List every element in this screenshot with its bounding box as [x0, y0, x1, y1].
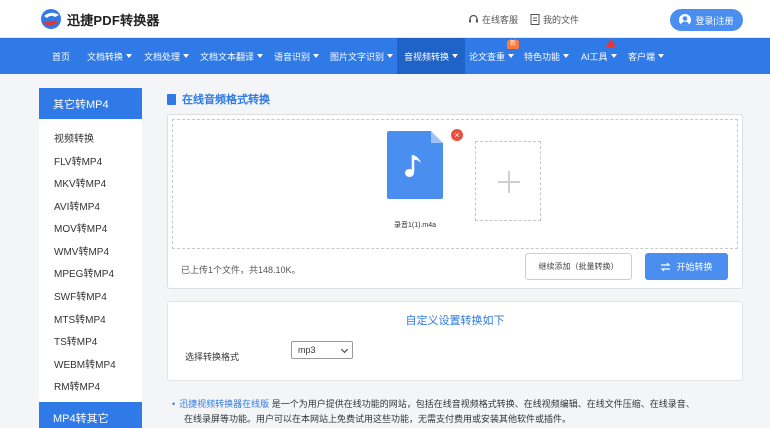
login-label: 登录|注册 — [695, 15, 734, 26]
sidebar-item[interactable]: MOV转MP4 — [54, 220, 107, 235]
nav-document-process[interactable]: 文档处理 — [138, 38, 195, 74]
format-label: 选择转换格式 — [185, 352, 240, 362]
file-name: 录音1(1).m4a — [393, 222, 436, 229]
nav-label: 文档处理 — [144, 51, 181, 62]
sidebar-section-from-mp4[interactable]: MP4转其它 — [39, 402, 142, 428]
online-support-link[interactable]: 在线客服 — [468, 13, 518, 26]
sidebar-item[interactable]: WMV转MP4 — [54, 243, 109, 258]
user-avatar-icon — [679, 14, 692, 26]
upload-status: 已上传1个文件，共148.10K。 — [181, 265, 301, 275]
convert-arrows-icon — [661, 262, 671, 271]
sidebar-item[interactable]: SWF转MP4 — [54, 288, 107, 303]
page-title: 在线音频格式转换 — [167, 91, 270, 107]
sidebar-item[interactable]: AVI转MP4 — [54, 198, 100, 213]
nav-client[interactable]: 客户端 — [622, 38, 670, 74]
nav-label: 客户端 — [628, 51, 656, 62]
document-icon — [167, 93, 176, 105]
sidebar-section-to-mp4[interactable]: 其它转MP4 — [39, 88, 142, 119]
headset-icon — [469, 14, 478, 23]
start-label: 开始转换 — [676, 262, 713, 272]
new-badge: 新 — [507, 40, 519, 49]
plus-icon-vertical — [508, 171, 510, 193]
nav-label: 论文查重 — [469, 51, 506, 62]
nav-label: 图片文字识别 — [330, 51, 385, 62]
file-fold — [431, 131, 443, 143]
description-text: 是一个为用户提供在线功能的网站，包括在线音视频格式转换、在线视频编辑、在线文件压… — [271, 399, 695, 409]
file-icon — [530, 14, 540, 25]
login-register-button[interactable]: 登录|注册 — [670, 9, 743, 31]
arrow-up-icon — [606, 39, 616, 47]
chevron-down-icon — [387, 54, 394, 58]
chevron-down-icon — [452, 54, 459, 58]
format-value: mp3 — [298, 345, 316, 355]
chevron-down-icon — [183, 54, 190, 58]
nav-label: 音视频转换 — [404, 51, 450, 62]
sidebar-item[interactable]: RM转MP4 — [54, 378, 100, 393]
nav-av-convert[interactable]: 音视频转换 — [397, 38, 466, 74]
nav-document-translate[interactable]: 文档文本翻译 — [194, 38, 269, 74]
description: • 迅捷视频转换器在线版 是一个为用户提供在线功能的网站，包括在线音视频格式转换、… — [172, 398, 752, 411]
sidebar: 其它转MP4 视频转换 FLV转MP4 MKV转MP4 AVI转MP4 MOV转… — [39, 88, 142, 428]
top-header: 迅捷PDF转换器 在线客服 我的文件 登录|注册 — [0, 0, 770, 38]
start-convert-button[interactable]: 开始转换 — [645, 253, 728, 280]
nav-label: 文档转换 — [87, 51, 124, 62]
support-label: 在线客服 — [482, 15, 519, 25]
chevron-down-icon — [563, 54, 570, 58]
description-text-2: 在线录屏等功能。用户可以在本网站上免费试用这些功能，无需支付费用或安装其他软件或… — [184, 414, 572, 424]
my-files-label: 我的文件 — [543, 15, 580, 25]
sidebar-item[interactable]: WEBM转MP4 — [54, 356, 116, 371]
settings-title: 自定义设置转换如下 — [405, 315, 505, 327]
format-select[interactable]: mp3 — [291, 341, 353, 359]
chevron-down-icon — [658, 54, 665, 58]
sidebar-item[interactable]: 视频转换 — [54, 130, 94, 145]
nav-home[interactable]: 首页 — [40, 38, 82, 74]
nav-label: 语音识别 — [274, 51, 311, 62]
chevron-down-icon — [508, 54, 515, 58]
nav-special-features[interactable]: 特色功能 — [518, 38, 575, 74]
nav-speech-recognition[interactable]: 语音识别 — [268, 38, 325, 74]
chevron-down-icon — [610, 54, 617, 58]
sidebar-item[interactable]: TS转MP4 — [54, 333, 97, 348]
logo[interactable]: 迅捷PDF转换器 — [39, 8, 160, 30]
music-note-icon — [405, 155, 421, 177]
audio-file-thumbnail — [387, 131, 443, 199]
chevron-down-icon — [126, 54, 133, 58]
main-nav: 首页 文档转换 文档处理 文档文本翻译 语音识别 图片文字识别 音视频转换 论文… — [0, 38, 770, 74]
chevron-down-icon — [340, 345, 349, 354]
logo-text: 迅捷PDF转换器 — [67, 12, 160, 28]
nav-image-ocr[interactable]: 图片文字识别 — [324, 38, 399, 74]
nav-document-convert[interactable]: 文档转换 — [81, 38, 138, 74]
sidebar-item[interactable]: MPEG转MP4 — [54, 265, 114, 280]
bullet-icon: • — [172, 399, 176, 409]
nav-label: 文档文本翻译 — [200, 51, 255, 62]
logo-icon — [39, 8, 63, 30]
chevron-down-icon — [313, 54, 320, 58]
my-files-link[interactable]: 我的文件 — [530, 13, 579, 26]
nav-label: 首页 — [52, 51, 71, 62]
add-file-button[interactable] — [475, 141, 541, 221]
remove-file-button[interactable]: × — [451, 129, 463, 141]
description-link[interactable]: 迅捷视频转换器在线版 — [179, 399, 269, 409]
nav-label: 特色功能 — [524, 51, 561, 62]
chevron-down-icon — [257, 54, 264, 58]
sidebar-item[interactable]: FLV转MP4 — [54, 153, 102, 168]
page-title-text: 在线音频格式转换 — [182, 94, 270, 106]
nav-label: AI工具 — [581, 51, 608, 62]
continue-add-button[interactable]: 继续添加（批量转换） — [525, 253, 632, 280]
sidebar-item[interactable]: MKV转MP4 — [54, 175, 106, 190]
